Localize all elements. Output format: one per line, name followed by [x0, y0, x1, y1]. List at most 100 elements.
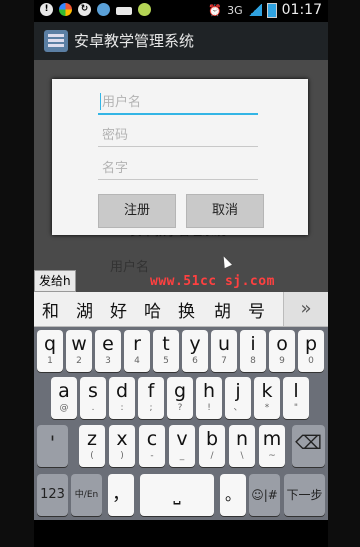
password-input[interactable] [98, 126, 252, 143]
key[interactable]: s. [80, 377, 106, 419]
key[interactable]: c- [139, 425, 165, 467]
key-alt: ( [90, 451, 94, 461]
key[interactable]: e3 [95, 330, 121, 372]
key[interactable]: u7 [211, 330, 237, 372]
key-char: w [71, 333, 87, 355]
key[interactable]: o9 [269, 330, 295, 372]
key[interactable]: w2 [66, 330, 92, 372]
key-alt: / [210, 451, 214, 461]
key-char: h [202, 380, 216, 402]
key[interactable]: j、 [225, 377, 251, 419]
key[interactable]: k * [254, 377, 280, 419]
candidate[interactable]: 哈 [144, 297, 161, 322]
candidate[interactable]: 胡 [214, 297, 231, 322]
apostrophe-key[interactable]: ' [37, 425, 68, 467]
key[interactable]: i8 [240, 330, 266, 372]
key-alt: - [150, 451, 154, 461]
key[interactable]: x) [109, 425, 135, 467]
key-alt: ! [207, 403, 211, 413]
key-alt: 0 [308, 356, 314, 366]
key-char: d [115, 380, 129, 402]
key-char: t [162, 333, 170, 355]
key-char: z [87, 428, 97, 450]
key[interactable]: n \ [229, 425, 255, 467]
key[interactable]: l " [283, 377, 309, 419]
key[interactable]: a @ [51, 377, 77, 419]
cancel-button[interactable]: 取消 [186, 194, 264, 228]
key-alt: _ [179, 451, 185, 461]
key[interactable]: g? [167, 377, 193, 419]
phone-screen: ! ↻ ⏰ 3G 01:17 安卓教学管理系统 安卓教学管理系统 用户名 [0, 0, 360, 547]
key[interactable]: t5 [153, 330, 179, 372]
key-char: l [293, 380, 299, 402]
key-alt: 、 [233, 403, 243, 413]
key-char: b [205, 428, 219, 450]
key-alt: : [120, 403, 124, 413]
key[interactable]: p0 [298, 330, 324, 372]
candidate[interactable]: 好 [110, 297, 127, 322]
key[interactable]: y6 [182, 330, 208, 372]
key[interactable]: r4 [124, 330, 150, 372]
backspace-key[interactable]: ⌫ [292, 425, 325, 467]
key-char: q [43, 333, 57, 355]
key-alt: 9 [279, 356, 285, 366]
emoji-symbol-key[interactable]: ☺|# [249, 474, 280, 516]
key-char: u [217, 333, 231, 355]
candidate[interactable]: 换 [178, 297, 195, 322]
key-alt: @ [59, 403, 69, 413]
key-char: ' [49, 432, 56, 454]
candidate[interactable]: 和 [42, 297, 59, 322]
key[interactable]: z( [79, 425, 105, 467]
language-switch-key[interactable]: 中/En [71, 474, 102, 516]
password-field[interactable] [98, 124, 258, 147]
key[interactable]: f; [138, 377, 164, 419]
next-button[interactable]: 下一步 [284, 474, 325, 516]
action-bar: 安卓教学管理系统 [34, 22, 328, 60]
candidate-bar: 和 湖 好 哈 换 胡 号 » [34, 292, 328, 327]
space-key[interactable]: ⎵ [140, 474, 214, 516]
candidate[interactable]: 号 [248, 297, 265, 322]
key[interactable]: q1 [37, 330, 63, 372]
key-alt: ? [177, 403, 183, 413]
key[interactable]: d: [109, 377, 135, 419]
name-input[interactable] [98, 159, 252, 176]
network-type: 3G [227, 3, 243, 17]
text-caret [100, 93, 101, 110]
key-char: s [88, 380, 98, 402]
system-icons: ⏰ 3G 01:17 [208, 2, 322, 18]
battery-icon [266, 2, 277, 18]
expand-candidates-button[interactable]: » [283, 292, 328, 326]
key[interactable]: v _ [169, 425, 195, 467]
comma-key[interactable]: ， [108, 474, 134, 516]
status-bar: ! ↻ ⏰ 3G 01:17 [34, 0, 328, 22]
key[interactable]: m ~ [259, 425, 285, 467]
key-char: v [176, 428, 188, 450]
key-char: r [133, 333, 141, 355]
name-field[interactable] [98, 157, 258, 180]
usb-icon [116, 6, 132, 15]
key-char: c [146, 428, 158, 450]
register-button[interactable]: 注册 [98, 194, 176, 228]
clock: 01:17 [281, 2, 322, 18]
backspace-icon: ⌫ [295, 432, 322, 454]
period-key[interactable]: 。 [220, 474, 246, 516]
key-alt: 5 [163, 356, 169, 366]
username-input[interactable] [98, 93, 252, 110]
key-char: e [102, 333, 114, 355]
key-alt: 1 [47, 356, 53, 366]
key[interactable]: h! [196, 377, 222, 419]
username-field[interactable] [98, 91, 258, 115]
register-dialog: 注册 取消 [52, 79, 308, 235]
app-title: 安卓教学管理系统 [74, 32, 195, 50]
key[interactable]: b / [199, 425, 225, 467]
key-char: m [262, 428, 282, 450]
numbers-key[interactable]: 123 [37, 474, 68, 516]
android-icon [138, 3, 151, 16]
soft-keyboard: 和 湖 好 哈 换 胡 号 » q1 w2 e3 r4 t5 y6 u7 i8 … [34, 292, 328, 520]
key-char: o [276, 333, 288, 355]
candidate[interactable]: 湖 [76, 297, 93, 322]
app-icon[interactable] [44, 30, 68, 52]
key-char: a [58, 380, 70, 402]
key-alt: 3 [105, 356, 111, 366]
navigation-bar [34, 520, 328, 547]
